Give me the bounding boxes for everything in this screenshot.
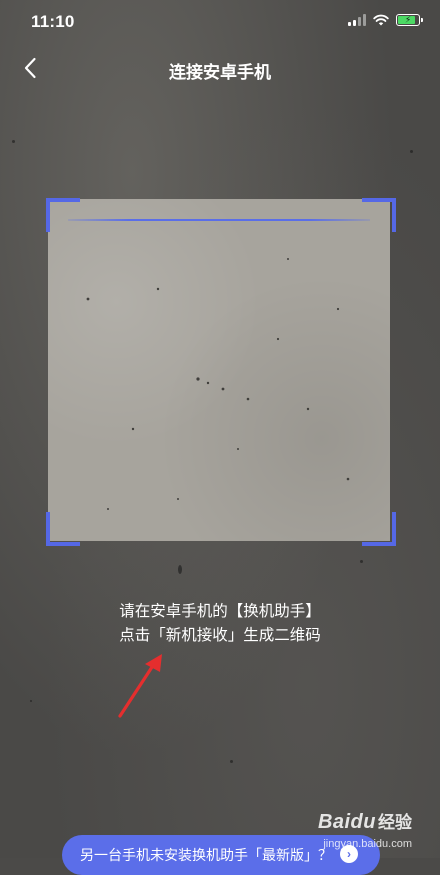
scan-corner-bottom-right <box>362 512 396 546</box>
banner-text: 另一台手机未安装换机助手「最新版」？ <box>80 847 332 863</box>
speck <box>12 140 15 143</box>
status-time: 11:10 <box>31 12 75 31</box>
watermark-cn: 经验 <box>378 813 412 832</box>
speck <box>178 565 182 574</box>
annotation-arrow-icon <box>118 654 162 718</box>
qr-scan-area <box>48 199 390 541</box>
scan-instructions: 请在安卓手机的【换机助手】 点击「新机接收」生成二维码 <box>0 600 440 648</box>
watermark-logo: Baidu <box>317 811 376 833</box>
status-bar: 11:10 ⚡ <box>0 0 440 44</box>
wifi-icon <box>373 14 389 26</box>
scan-corner-top-left <box>46 198 80 232</box>
instruction-line-1: 请在安卓手机的【换机助手】 <box>119 603 321 620</box>
status-icons: ⚡ <box>348 14 423 26</box>
signal-icon <box>348 14 366 26</box>
nav-bar: 连接安卓手机 <box>0 44 440 92</box>
speck <box>410 150 413 153</box>
scan-specks <box>86 258 350 510</box>
speck <box>360 560 363 563</box>
speck <box>30 700 32 702</box>
watermark-url: jingyan.baidu.com <box>323 838 412 850</box>
baidu-jingyan-watermark: Baidu 经验 jingyan.baidu.com <box>317 808 412 850</box>
battery-charging-icon: ⚡ <box>396 14 423 26</box>
instruction-line-2: 点击「新机接收」生成二维码 <box>119 627 321 644</box>
scan-corner-bottom-left <box>46 512 80 546</box>
speck <box>230 760 233 763</box>
charging-bolt-icon: ⚡ <box>404 14 412 25</box>
page-title: 连接安卓手机 <box>169 63 271 82</box>
scan-corner-top-right <box>362 198 396 232</box>
scan-line <box>68 219 370 221</box>
